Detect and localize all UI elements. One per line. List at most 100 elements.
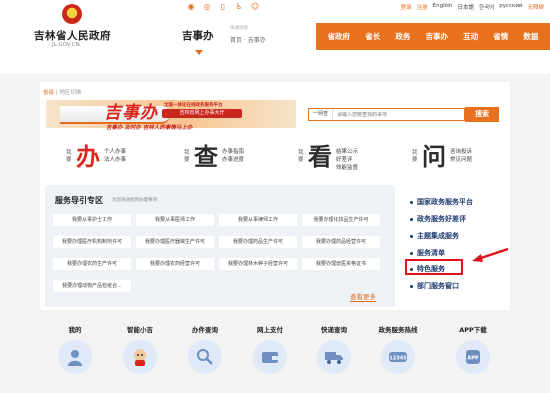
guide-item[interactable]: 我要从事护士工作 xyxy=(53,214,131,226)
app-icon: APP xyxy=(456,340,490,374)
user-icon xyxy=(58,340,92,374)
quick-prefix: 我要 xyxy=(184,150,190,163)
site-title[interactable]: 吉林省人民政府 xyxy=(34,28,111,43)
banner-logo: 吉事办 xyxy=(104,103,158,123)
section-title: 吉事办 xyxy=(182,30,214,42)
guide-item[interactable]: 我要办理动物产品检疫合... xyxy=(53,280,131,292)
banner-ribbon: 吉林省网上办事大厅 xyxy=(162,109,242,118)
link-service-list[interactable]: 服务清单 xyxy=(410,248,445,258)
site-url: JL.GOV.CN xyxy=(52,42,80,48)
bullet-icon xyxy=(410,217,413,221)
quick-link-guide[interactable]: 办事指南 xyxy=(222,148,244,156)
english-link[interactable]: English xyxy=(433,3,453,11)
guide-item[interactable]: 我要办理化妆品生产许可 xyxy=(302,214,380,226)
national-emblem-icon xyxy=(62,4,82,24)
truck-icon xyxy=(317,340,351,374)
quick-link-complaints[interactable]: 咨询投诉 xyxy=(450,148,472,156)
guide-item[interactable]: 我要办理兽医资格证书 xyxy=(302,258,380,270)
quick-big-char: 查 xyxy=(194,143,218,171)
russian-link[interactable]: русский xyxy=(499,3,522,11)
bullet-icon xyxy=(410,284,413,288)
service-express[interactable]: 快递查询 xyxy=(302,324,366,374)
bullet-icon xyxy=(410,234,413,238)
link-rating[interactable]: 政务服务好差评 xyxy=(410,214,466,224)
quick-prefix: 我要 xyxy=(66,150,72,163)
service-guide-hint: 为您快速找到办理事项 xyxy=(112,198,157,203)
wechat-icon[interactable]: ◎ xyxy=(202,2,212,12)
nav-item-governor[interactable]: 省长 xyxy=(365,31,380,42)
quick-big-char: 看 xyxy=(308,143,332,171)
quick-link-personal[interactable]: 个人办事 xyxy=(104,148,126,156)
service-payment[interactable]: 网上支付 xyxy=(238,324,302,374)
japanese-link[interactable]: 日本語 xyxy=(458,3,475,11)
quick-link-legal[interactable]: 法人办事 xyxy=(104,156,126,164)
section-indicator-icon xyxy=(195,50,203,55)
top-icons: ◉ ◎ ▯ ♿ ☺ xyxy=(186,2,260,12)
mobile-icon[interactable]: ▯ xyxy=(218,2,228,12)
nav-item-jishiban[interactable]: 吉事办 xyxy=(425,31,448,42)
quick-link-progress[interactable]: 办事进度 xyxy=(222,156,244,164)
nav-item-interaction[interactable]: 互动 xyxy=(463,31,478,42)
service-app-download[interactable]: APP下载 APP xyxy=(441,324,505,374)
quick-prefix: 我要 xyxy=(412,150,418,163)
guide-item[interactable]: 我要办理药品经营许可 xyxy=(302,236,380,248)
search-scope-select[interactable]: 一网查 xyxy=(309,109,334,120)
banner-platform-text: 全国一体化在线政务服务平台 xyxy=(164,103,223,108)
quick-link-supervision[interactable]: 效能监督 xyxy=(336,164,358,172)
quick-prefix: 我要 xyxy=(298,150,304,163)
view-more-link[interactable]: 查看更多 xyxy=(350,291,376,302)
wallet-icon xyxy=(253,340,287,374)
search-person-icon xyxy=(188,340,222,374)
guide-item[interactable]: 我要从事医师工作 xyxy=(136,214,214,226)
service-hotline[interactable]: 政务服务热线 12345 xyxy=(366,324,430,374)
guide-item[interactable]: 我要办理林木种子经营许可 xyxy=(219,258,297,270)
service-my[interactable]: 我的 xyxy=(43,324,107,374)
region-switch-link[interactable]: 地区切换 xyxy=(59,90,81,96)
login-link[interactable]: 登录 xyxy=(401,3,412,11)
register-link[interactable]: 注册 xyxy=(417,3,428,11)
annotation-arrow-icon xyxy=(472,247,509,262)
korean-link[interactable]: 한국어 xyxy=(479,3,494,11)
search-button[interactable]: 搜索 xyxy=(465,107,499,122)
service-case-query[interactable]: 办件查询 xyxy=(173,324,237,374)
quick-link-rating[interactable]: 好差评 xyxy=(336,156,358,164)
link-national-platform[interactable]: 国家政务服务平台 xyxy=(410,197,473,207)
accessibility-icon[interactable]: ♿ xyxy=(234,2,244,12)
region-current: 省级 xyxy=(43,90,55,96)
weibo-icon[interactable]: ◉ xyxy=(186,2,196,12)
guide-item[interactable]: 我要从事律师工作 xyxy=(219,214,297,226)
main-nav: 省政府 省长 政务 吉事办 互动 省情 数据 xyxy=(316,23,550,50)
nav-item-data[interactable]: 数据 xyxy=(523,31,538,42)
hotline-number: 12345 xyxy=(389,356,407,362)
accessibility-link[interactable]: 无障碍 xyxy=(527,3,544,11)
guide-item[interactable]: 我要办理药品生产许可 xyxy=(219,236,297,248)
bullet-icon xyxy=(410,200,413,204)
quick-big-char: 问 xyxy=(422,143,446,171)
hotline-icon: 12345 xyxy=(381,340,415,374)
nav-item-province-gov[interactable]: 省政府 xyxy=(328,31,351,42)
breadcrumb-hint: 快速链接 xyxy=(230,26,248,31)
robot-icon xyxy=(123,340,157,374)
link-department-window[interactable]: 部门服务窗口 xyxy=(410,281,459,291)
link-theme-services[interactable]: 主题集成服务 xyxy=(410,231,459,241)
banner-slogan: 吉事办 及时办 吉林人的事情马上办 xyxy=(106,125,193,131)
service-guide-title: 服务导引专区 xyxy=(55,196,103,205)
search-input[interactable] xyxy=(333,111,434,118)
search-box: 一网查 xyxy=(308,108,465,121)
guide-item[interactable]: 我要办理农药生产许可 xyxy=(53,258,131,270)
quick-big-char: 办 xyxy=(76,143,100,171)
guide-item[interactable]: 我要办理医疗机构制剂许可 xyxy=(53,236,131,248)
top-links: 登录 注册 English 日本語 한국어 русский 无障碍 xyxy=(401,3,544,11)
app-badge: APP xyxy=(467,356,479,362)
service-assistant[interactable]: 智能小吉 xyxy=(108,324,172,374)
quick-link-faq[interactable]: 常见问题 xyxy=(450,156,472,164)
region-switcher[interactable]: 省级 | 地区切换 xyxy=(43,88,81,96)
breadcrumb[interactable]: 首页 · 吉事办 xyxy=(230,35,266,44)
guide-item[interactable]: 我要办理医疗器械生产许可 xyxy=(136,236,214,248)
nav-item-province-info[interactable]: 省情 xyxy=(493,31,508,42)
nav-item-affairs[interactable]: 政务 xyxy=(395,31,410,42)
elder-mode-icon[interactable]: ☺ xyxy=(250,2,260,12)
bullet-icon xyxy=(410,251,413,255)
quick-link-results[interactable]: 结果公示 xyxy=(336,148,358,156)
guide-item[interactable]: 我要办理农药经营许可 xyxy=(136,258,214,270)
